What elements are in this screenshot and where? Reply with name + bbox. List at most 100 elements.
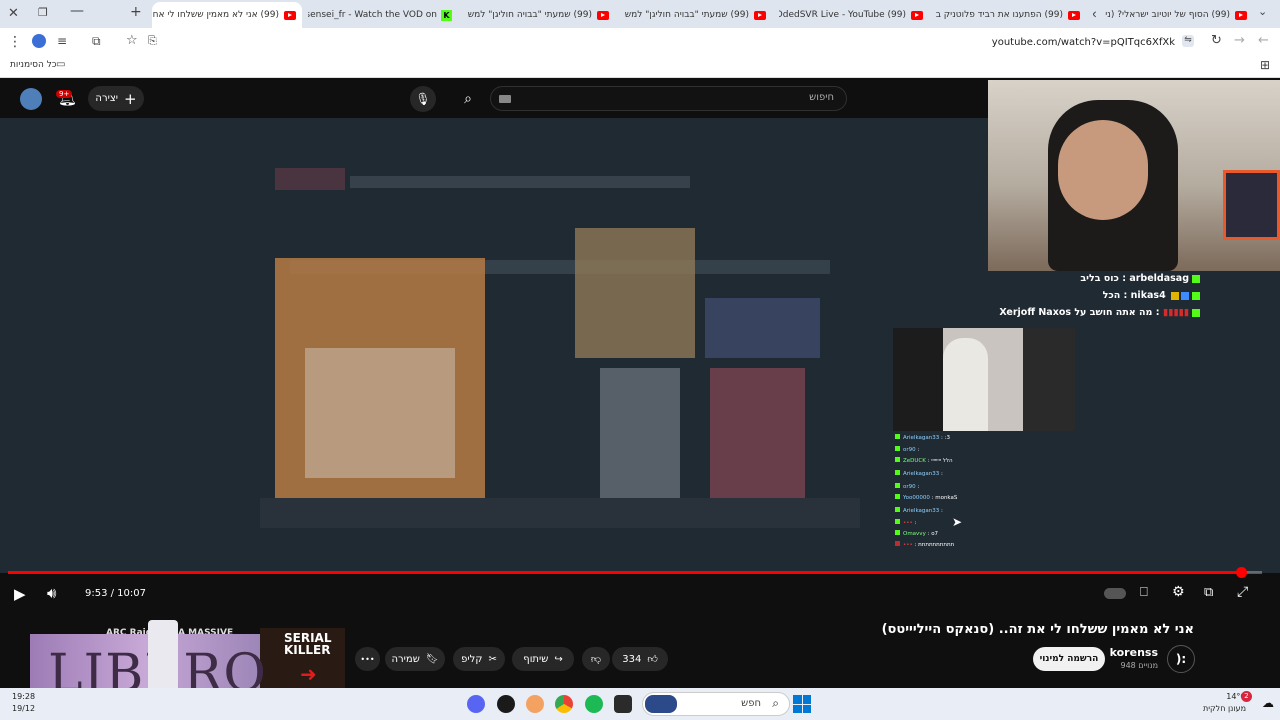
search-placeholder: חיפוש xyxy=(809,92,834,103)
subscribe-button[interactable]: הרשמה למינוי xyxy=(1033,647,1105,671)
blurred-block xyxy=(705,298,820,358)
video-player[interactable] xyxy=(0,118,988,573)
blurred-block xyxy=(305,348,455,478)
video-time: 9:53 / 10:07 xyxy=(85,588,147,599)
spotify-icon[interactable] xyxy=(585,695,603,713)
like-button[interactable]: 👍︎ 334 xyxy=(612,647,668,671)
play-icon[interactable]: ▶ xyxy=(14,585,26,603)
profile-avatar[interactable] xyxy=(32,34,46,48)
volume-icon[interactable]: 🔊︎ xyxy=(47,584,56,602)
restore-window-icon[interactable]: ❐ xyxy=(38,6,48,19)
address-bar: ⋮ ≡ ⧉ ☆ ⎘ youtube.com/watch?v=pQITqc6XfX… xyxy=(0,28,1280,56)
chat-message: ▮▮▮▮▮ : מה אתה חושב על Xerjoff Naxos xyxy=(999,307,1200,318)
app-icon[interactable] xyxy=(526,695,544,713)
captions-icon[interactable]: ⎕ xyxy=(1140,585,1148,600)
youtube-icon xyxy=(1068,10,1080,20)
tab-6[interactable]: (99) הסוף של יוטיוב ישראלי? (ני ✕ xyxy=(1093,4,1253,26)
url-field[interactable]: youtube.com/watch?v=pQITqc6XfXk xyxy=(992,37,1175,48)
inner-webcam xyxy=(893,328,1075,431)
weather-desc[interactable]: מעונן חלקית xyxy=(1203,704,1246,713)
clip-button[interactable]: ✂ קליפ xyxy=(453,647,505,671)
apps-grid-icon[interactable]: ⊞ xyxy=(1260,58,1270,72)
tab-title: (99) אני לא מאמין ששלחו לי אח xyxy=(152,10,279,20)
miniplayer-icon[interactable]: ⧉ xyxy=(1204,585,1213,600)
clip-label: קליפ xyxy=(461,653,483,665)
close-tab-icon[interactable]: ✕ xyxy=(1093,10,1097,21)
plus-icon: + xyxy=(124,89,137,108)
more-actions-button[interactable]: ••• xyxy=(355,647,380,671)
windows-start-icon[interactable] xyxy=(793,695,811,713)
scissors-icon: ✂ xyxy=(488,653,497,665)
create-button[interactable]: יצירה + xyxy=(88,86,144,111)
tab-0[interactable]: (99) אני לא מאמין ששלחו לי אח ✕ xyxy=(152,2,302,28)
youtube-icon xyxy=(597,10,609,20)
chat-message: or90 : xyxy=(895,483,919,490)
clock-date[interactable]: 19/12 xyxy=(12,704,35,713)
chat-message: ••• : xyxy=(895,519,916,526)
chat-message: Arielkagan33 : xyxy=(895,507,943,514)
autoplay-toggle[interactable] xyxy=(1104,588,1126,599)
media-controls-icon[interactable]: ≡ xyxy=(57,34,67,48)
tab-3[interactable]: (99) שמעתי "בבויה חוליגן" למש ✕ xyxy=(622,4,772,26)
forward-icon[interactable]: → xyxy=(1234,33,1245,48)
thumbs-up-icon: 👍︎ xyxy=(647,654,658,665)
menu-icon[interactable]: ⋮ xyxy=(8,34,22,50)
terminal-icon[interactable] xyxy=(614,695,632,713)
mic-icon[interactable]: 🎙︎ xyxy=(410,86,436,112)
tab-2[interactable]: (99) שמעתי "בבויה חוליגן" למש ✕ xyxy=(465,4,615,26)
tab-5[interactable]: (99) הפתענו את רביד פלוטניק ב ✕ xyxy=(936,4,1086,26)
taskbar-search[interactable]: חפש ⌕ xyxy=(642,692,790,716)
chrome-icon[interactable] xyxy=(555,695,573,713)
tab-title: sensei_fr - Watch the VOD on xyxy=(308,10,437,20)
close-window-icon[interactable]: ✕ xyxy=(8,6,19,21)
chat-message: nikas4 : הכל xyxy=(1103,290,1200,301)
progress-fill xyxy=(8,571,1241,574)
tab-1[interactable]: K sensei_fr - Watch the VOD on ✕ xyxy=(308,4,458,26)
tab-title: (99) הסוף של יוטיוב ישראלי? (ני xyxy=(1105,10,1230,20)
youtube-icon xyxy=(1235,10,1247,20)
discord-icon[interactable] xyxy=(467,695,485,713)
all-bookmarks-label[interactable]: כל הסימניות xyxy=(10,60,57,70)
avatar[interactable] xyxy=(20,88,42,110)
progress-bar[interactable] xyxy=(8,567,1262,578)
clock-time[interactable]: 19:28 xyxy=(12,692,35,701)
mouse-cursor-icon: ➤ xyxy=(952,515,963,529)
blurred-block xyxy=(575,228,695,358)
channel-name[interactable]: korenss xyxy=(1110,646,1158,659)
subscriber-count: 948 מנויים xyxy=(1120,661,1158,670)
youtube-icon xyxy=(754,10,766,20)
dislike-button[interactable]: 👎︎ xyxy=(582,647,610,671)
channel-avatar[interactable]: ): xyxy=(1167,645,1195,673)
settings-gear-icon[interactable]: ⚙ xyxy=(1172,584,1185,600)
bookmark-icon: 🔖︎ xyxy=(425,653,439,665)
reload-icon[interactable]: ↻ xyxy=(1211,33,1222,48)
tab-title: (99) שמעתי "בבויה חוליגן" למש xyxy=(624,10,749,20)
chat-message: arbeldasag : כוס בליב xyxy=(1080,273,1200,284)
search-icon[interactable]: ⌕ xyxy=(455,86,481,112)
ad-thumbnail[interactable]: SERIAL KILLER ➜ xyxy=(260,628,345,688)
install-app-icon[interactable]: ⎘ xyxy=(148,34,157,48)
create-label: יצירה xyxy=(95,93,118,104)
tab-search-icon[interactable]: ⌄ xyxy=(1258,5,1267,18)
fullscreen-icon[interactable]: ⤢ xyxy=(1237,584,1248,600)
blurred-block xyxy=(275,168,345,190)
back-icon[interactable]: ← xyxy=(1258,33,1269,48)
streamer-face xyxy=(1058,120,1148,220)
search-input[interactable]: חיפוש xyxy=(490,86,847,111)
save-button[interactable]: 🔖︎ שמירה xyxy=(385,647,445,671)
bookmark-star-icon[interactable]: ☆ xyxy=(126,33,138,48)
keyboard-icon[interactable] xyxy=(499,95,511,103)
kick-icon: K xyxy=(441,9,452,21)
taskbar-search-placeholder: חפש xyxy=(741,698,761,709)
tab-4[interactable]: (99) OdedSVR Live - YouTube ✕ xyxy=(779,4,929,26)
share-button[interactable]: ↪ שיתוף xyxy=(512,647,574,671)
folder-icon: ▭ xyxy=(56,59,66,70)
new-tab-icon[interactable]: + xyxy=(130,4,142,20)
obs-icon[interactable] xyxy=(497,695,515,713)
minimize-window-icon[interactable]: — xyxy=(70,3,84,19)
person-figure xyxy=(943,338,988,431)
wall-art xyxy=(1223,170,1280,240)
site-settings-icon[interactable]: ⇋ xyxy=(1182,35,1194,47)
youtube-icon xyxy=(284,10,296,20)
extensions-icon[interactable]: ⧉ xyxy=(92,34,101,49)
